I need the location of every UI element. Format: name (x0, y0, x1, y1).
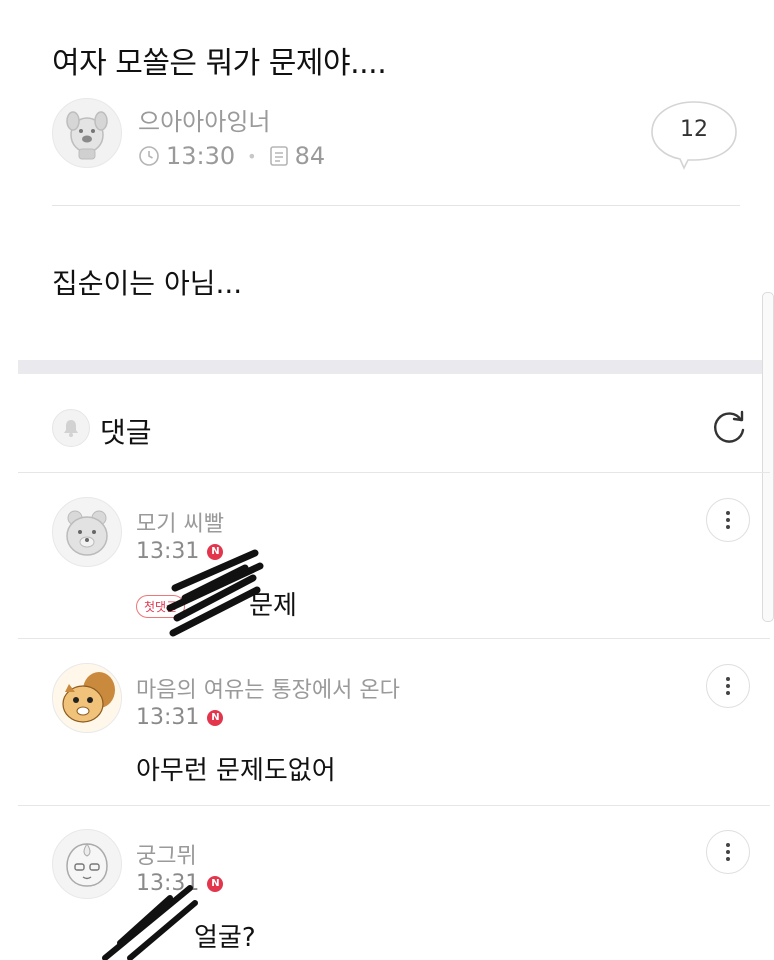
bear-avatar-icon (66, 510, 108, 556)
post-body: 집순이는 아님... (52, 267, 243, 300)
author-name[interactable]: 으아아아잉너 (138, 102, 270, 137)
first-comment-badge: 첫댓글 (136, 595, 186, 618)
section-separator (18, 360, 770, 374)
more-button[interactable] (706, 664, 750, 708)
comment-count-button[interactable]: 12 (650, 100, 738, 170)
header-divider (52, 205, 740, 206)
meta-separator: • (247, 146, 257, 166)
post-time: 13:30 (166, 142, 236, 170)
comment-text: 문제 (249, 591, 297, 621)
document-icon (269, 146, 288, 166)
comment-time: 13:31 (136, 539, 200, 564)
comment-author[interactable]: 마음의 여유는 통장에서 온다 (136, 672, 400, 704)
comment-avatar[interactable] (52, 663, 122, 733)
comment-count: 12 (680, 117, 708, 142)
new-badge: N (207, 875, 224, 892)
comment-text-row: 얼굴? (136, 917, 256, 954)
post-title: 여자 모쏠은 뭐가 문제야.... (52, 46, 387, 81)
more-button[interactable] (706, 498, 750, 542)
new-badge: N (207, 543, 224, 560)
more-vertical-icon (726, 843, 730, 861)
comment-avatar[interactable] (52, 497, 122, 567)
comment-time-row: 13:31 N (136, 539, 224, 564)
comment-time: 13:31 (136, 705, 200, 730)
comment-author[interactable]: 궁그뮈 (136, 838, 197, 870)
more-vertical-icon (726, 511, 730, 529)
post-views: 84 (294, 142, 326, 170)
comment-time: 13:31 (136, 871, 200, 896)
more-button[interactable] (706, 830, 750, 874)
notification-toggle[interactable] (52, 409, 90, 447)
comment-time-row: 13:31 N (136, 871, 224, 896)
comment-text: 얼굴? (194, 923, 256, 953)
more-vertical-icon (726, 677, 730, 695)
comments-divider (18, 472, 770, 473)
comment-text: 아무런 문제도없어 (136, 756, 336, 786)
author-avatar[interactable] (52, 98, 122, 168)
comments-title: 댓글 (100, 416, 152, 449)
peach-avatar-icon (66, 843, 108, 887)
refresh-icon (714, 410, 745, 443)
bell-icon (64, 420, 78, 437)
squirrel-avatar-icon (53, 664, 121, 732)
clock-icon (139, 146, 159, 166)
scrollbar[interactable] (762, 292, 774, 622)
dog-avatar-icon (66, 111, 108, 160)
comment-author[interactable]: 모기 씨빨 (136, 506, 224, 538)
refresh-button[interactable] (708, 406, 750, 448)
post-meta: 13:30 • 84 (138, 142, 325, 170)
new-badge: N (207, 709, 224, 726)
comment-text-row: 첫댓글 문제 (136, 585, 297, 622)
comment-time-row: 13:31 N (136, 705, 224, 730)
comment-avatar[interactable] (52, 829, 122, 899)
comment-divider (18, 638, 770, 639)
comment-divider (18, 805, 770, 806)
